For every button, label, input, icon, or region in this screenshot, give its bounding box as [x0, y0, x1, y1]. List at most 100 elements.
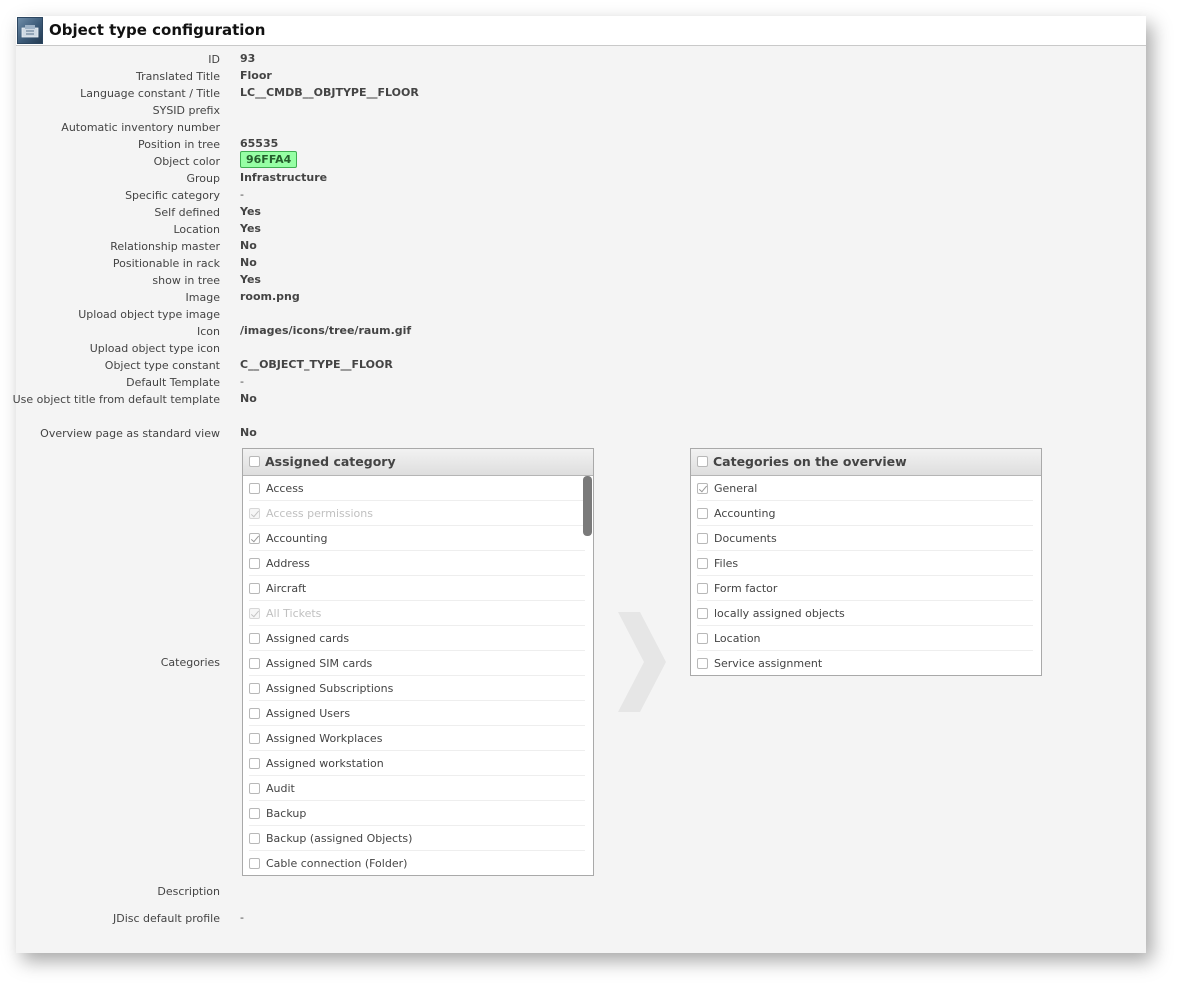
category-checkbox[interactable] — [697, 533, 708, 544]
field-value: 65535 — [240, 137, 279, 150]
field-row-overview-page-as-standard-view: Overview page as standard view No — [16, 425, 1146, 442]
category-checkbox[interactable] — [249, 708, 260, 719]
field-row-default-template: Default Template - — [16, 374, 1146, 391]
category-checkbox[interactable] — [249, 583, 260, 594]
category-label: Audit — [266, 782, 295, 795]
chevron-right-icon — [618, 612, 666, 712]
category-checkbox[interactable] — [249, 783, 260, 794]
category-checkbox — [249, 608, 260, 619]
category-checkbox[interactable] — [697, 633, 708, 644]
category-label: Service assignment — [714, 657, 823, 670]
category-checkbox[interactable] — [249, 558, 260, 569]
assigned-item-assigned-cards[interactable]: Assigned cards — [243, 626, 593, 651]
jdisc-label: JDisc default profile — [113, 912, 220, 925]
field-label: Icon — [197, 325, 220, 338]
field-value: - — [240, 375, 244, 388]
object-color-badge: 96FFA4 — [240, 151, 298, 168]
assigned-item-aircraft[interactable]: Aircraft — [243, 576, 593, 601]
overview-item-service-assignment[interactable]: Service assignment — [691, 651, 1041, 675]
category-label: Access — [266, 482, 304, 495]
field-label: Position in tree — [138, 138, 220, 151]
field-row-self-defined: Self defined Yes — [16, 204, 1146, 221]
assigned-item-assigned-workplaces[interactable]: Assigned Workplaces — [243, 726, 593, 751]
field-value: No — [240, 426, 257, 439]
field-row-image: Image room.png — [16, 289, 1146, 306]
assigned-select-all-checkbox[interactable] — [249, 456, 260, 467]
category-checkbox[interactable] — [249, 833, 260, 844]
assigned-item-assigned-subscriptions[interactable]: Assigned Subscriptions — [243, 676, 593, 701]
assigned-item-accounting[interactable]: Accounting — [243, 526, 593, 551]
overview-category-title: Categories on the overview — [713, 454, 907, 469]
category-checkbox[interactable] — [697, 558, 708, 569]
field-row-specific-category: Specific category - — [16, 187, 1146, 204]
category-label: Documents — [714, 532, 777, 545]
overview-item-form-factor[interactable]: Form factor — [691, 576, 1041, 601]
field-row-translated-title: Translated Title Floor — [16, 68, 1146, 85]
category-checkbox[interactable] — [697, 508, 708, 519]
category-label: Assigned cards — [266, 632, 350, 645]
assigned-item-cable-connection-folder[interactable]: Cable connection (Folder) — [243, 851, 593, 875]
field-label: Default Template — [126, 376, 220, 389]
assigned-category-scrollbar[interactable] — [583, 476, 592, 536]
overview-item-documents[interactable]: Documents — [691, 526, 1041, 551]
field-row-group: Group Infrastructure — [16, 170, 1146, 187]
categories-label: Categories — [160, 656, 220, 669]
overview-select-all-checkbox[interactable] — [697, 456, 708, 467]
field-row-sysid-prefix: SYSID prefix — [16, 102, 1146, 119]
field-value: No — [240, 392, 257, 405]
category-label: Backup — [266, 807, 307, 820]
category-checkbox[interactable] — [249, 633, 260, 644]
assigned-item-audit[interactable]: Audit — [243, 776, 593, 801]
category-label: All Tickets — [266, 607, 322, 620]
assigned-category-box: Assigned category Access Access permissio… — [242, 448, 594, 876]
category-checkbox[interactable] — [249, 758, 260, 769]
assigned-item-backup[interactable]: Backup — [243, 801, 593, 826]
category-label: Assigned Workplaces — [266, 732, 383, 745]
field-value: Yes — [240, 222, 261, 235]
assigned-item-assigned-users[interactable]: Assigned Users — [243, 701, 593, 726]
assigned-item-address[interactable]: Address — [243, 551, 593, 576]
category-label: Access permissions — [266, 507, 373, 520]
jdisc-row: JDisc default profile - — [16, 910, 1146, 927]
category-checkbox[interactable] — [697, 583, 708, 594]
category-checkbox[interactable] — [249, 658, 260, 669]
assigned-item-access[interactable]: Access — [243, 476, 593, 501]
field-value: No — [240, 256, 257, 269]
category-label: Assigned workstation — [266, 757, 384, 770]
field-row-show-in-tree: show in tree Yes — [16, 272, 1146, 289]
assigned-item-all-tickets: All Tickets — [243, 601, 593, 626]
panel-header: Object type configuration — [16, 16, 1146, 46]
category-label: Assigned Users — [266, 707, 351, 720]
field-row-language-constant-title: Language constant / Title LC__CMDB__OBJTY… — [16, 85, 1146, 102]
category-checkbox[interactable] — [249, 858, 260, 869]
field-row-positionable-in-rack: Positionable in rack No — [16, 255, 1146, 272]
overview-item-location[interactable]: Location — [691, 626, 1041, 651]
overview-item-locally-assigned-objects[interactable]: locally assigned objects — [691, 601, 1041, 626]
field-label: Self defined — [154, 206, 220, 219]
category-checkbox[interactable] — [249, 733, 260, 744]
assigned-item-assigned-workstation[interactable]: Assigned workstation — [243, 751, 593, 776]
category-checkbox[interactable] — [249, 533, 260, 544]
field-label: Group — [186, 172, 221, 185]
category-checkbox[interactable] — [697, 658, 708, 669]
field-label: Object color — [153, 155, 220, 168]
category-checkbox[interactable] — [697, 608, 708, 619]
category-checkbox[interactable] — [249, 483, 260, 494]
field-value: No — [240, 239, 257, 252]
field-label: Translated Title — [136, 70, 220, 83]
overview-item-accounting[interactable]: Accounting — [691, 501, 1041, 526]
assigned-item-assigned-sim-cards[interactable]: Assigned SIM cards — [243, 651, 593, 676]
category-checkbox[interactable] — [697, 483, 708, 494]
assigned-item-backup-assigned-objects[interactable]: Backup (assigned Objects) — [243, 826, 593, 851]
category-label: Files — [714, 557, 739, 570]
overview-item-files[interactable]: Files — [691, 551, 1041, 576]
field-value: - — [240, 188, 244, 201]
category-checkbox[interactable] — [249, 683, 260, 694]
category-checkbox[interactable] — [249, 808, 260, 819]
field-row-use-object-title-from-default-template: Use object title from default template No — [13, 391, 1146, 408]
field-value: Yes — [240, 273, 261, 286]
field-label: show in tree — [152, 274, 220, 287]
field-label: Image — [185, 291, 220, 304]
category-label: Assigned Subscriptions — [266, 682, 394, 695]
overview-item-general[interactable]: General — [691, 476, 1041, 501]
